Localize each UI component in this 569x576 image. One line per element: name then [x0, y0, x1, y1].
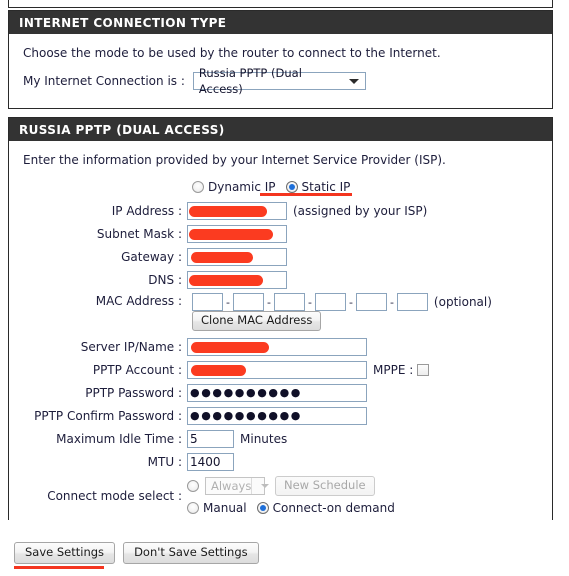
pptp-password-input[interactable]: ●●●●●●●●●● [187, 383, 367, 402]
mac-octet-1-input[interactable] [192, 293, 223, 311]
server-ip-label: Server IP/Name : [80, 339, 182, 354]
my-internet-connection-row: My Internet Connection is : Russia PPTP … [23, 66, 540, 96]
server-ip-input[interactable] [187, 337, 367, 356]
dont-save-settings-button[interactable]: Don't Save Settings [123, 542, 259, 564]
mppe-checkbox[interactable] [417, 363, 430, 376]
schedule-selected-value: Always [211, 479, 252, 493]
russia-pptp-header: RUSSIA PPTP (DUAL ACCESS) [9, 118, 552, 141]
maximum-idle-time-label: Maximum Idle Time : [56, 431, 182, 446]
radio-connect-on-demand-label: Connect-on demand [272, 501, 395, 515]
mtu-input[interactable]: 1400 [187, 452, 234, 471]
radio-static-ip[interactable] [285, 181, 298, 193]
radio-dynamic-ip-label: Dynamic IP [208, 180, 276, 194]
dns-label: DNS : [148, 272, 182, 287]
schedule-caret-cell [251, 478, 273, 494]
mac-address-label: MAC Address : [95, 294, 182, 308]
subnet-mask-input[interactable] [187, 224, 287, 243]
ip-address-input[interactable] [187, 201, 287, 220]
gateway-label: Gateway : [121, 249, 182, 264]
clone-mac-address-button[interactable]: Clone MAC Address [192, 311, 322, 331]
pptp-password-value: ●●●●●●●●●● [190, 385, 302, 399]
connection-type-description: Choose the mode to be used by the router… [23, 46, 441, 60]
pptp-confirm-password-input[interactable]: ●●●●●●●●●● [187, 406, 367, 425]
mac-separator: - [348, 295, 353, 309]
internet-connection-select[interactable]: Russia PPTP (Dual Access) [192, 66, 366, 96]
mac-octet-5-input[interactable] [355, 293, 387, 311]
redaction-bar [191, 251, 253, 263]
redaction-bar [189, 274, 263, 286]
my-internet-connection-label: My Internet Connection is : [23, 74, 185, 88]
redaction-bar [191, 364, 246, 376]
save-settings-highlight-underline [14, 566, 104, 569]
top-divider-strip [8, 0, 553, 8]
pptp-account-label: PPTP Account : [92, 362, 182, 377]
radio-static-ip-label: Static IP [301, 180, 351, 194]
mac-separator: - [266, 295, 271, 309]
radio-dynamic-ip[interactable] [192, 181, 204, 193]
pptp-password-label: PPTP Password : [85, 385, 182, 400]
maximum-idle-time-row: Maximum Idle Time : 5 Minutes [21, 429, 540, 448]
russia-pptp-description: Enter the information provided by your I… [23, 153, 446, 167]
save-settings-button[interactable]: Save Settings [14, 542, 116, 564]
connect-mode-row: Connect mode select : Always New Schedul… [21, 476, 540, 515]
mac-octet-6-input[interactable] [396, 293, 428, 311]
pptp-account-row: PPTP Account : MPPE : [21, 360, 540, 379]
mtu-value: 1400 [190, 454, 221, 469]
schedule-select[interactable]: Always [205, 477, 270, 495]
mtu-row: MTU : 1400 [21, 452, 540, 471]
footer-buttons: Save Settings Don't Save Settings [14, 542, 259, 564]
clone-mac-button-wrap: Clone MAC Address [21, 311, 540, 331]
pptp-account-input[interactable] [187, 360, 367, 379]
mtu-label: MTU : [147, 454, 182, 469]
radio-manual-label: Manual [203, 501, 247, 515]
redaction-bar [189, 205, 267, 217]
chevron-down-icon [261, 484, 270, 488]
pptp-password-row: PPTP Password : ●●●●●●●●●● [21, 383, 540, 402]
router-config-page: INTERNET CONNECTION TYPE Choose the mode… [0, 0, 569, 576]
mac-separator: - [389, 295, 394, 309]
redaction-bar [189, 228, 273, 240]
russia-pptp-panel: RUSSIA PPTP (DUAL ACCESS) Enter the info… [8, 117, 553, 525]
chevron-down-icon [348, 78, 359, 84]
dns-row: DNS : [21, 270, 540, 289]
dns-input[interactable] [187, 270, 287, 289]
mac-optional-hint: (optional) [433, 295, 492, 309]
maximum-idle-time-input[interactable]: 5 [187, 429, 234, 448]
ip-address-label: IP Address : [111, 203, 182, 218]
new-schedule-button[interactable]: New Schedule [275, 476, 375, 496]
radio-connect-schedule[interactable] [187, 480, 199, 492]
subnet-mask-label: Subnet Mask : [96, 226, 182, 241]
gateway-input[interactable] [187, 247, 287, 266]
mac-separator: - [307, 295, 312, 309]
mac-octet-3-input[interactable] [273, 293, 305, 311]
connect-mode-options: Always New Schedule Manual Connect-on de… [187, 476, 405, 515]
ip-address-hint: (assigned by your ISP) [293, 203, 428, 218]
maximum-idle-time-value: 5 [190, 431, 198, 446]
connect-mode-label: Connect mode select : [47, 488, 182, 503]
radio-connect-on-demand[interactable] [256, 502, 269, 514]
ip-mode-radio-group: Dynamic IP Static IP [21, 179, 540, 196]
pptp-confirm-password-row: PPTP Confirm Password : ●●●●●●●●●● [21, 406, 540, 425]
radio-manual[interactable] [187, 502, 199, 514]
server-ip-row: Server IP/Name : [21, 337, 540, 356]
redaction-bar [191, 341, 269, 353]
mac-octet-2-input[interactable] [232, 293, 264, 311]
internet-connection-type-header: INTERNET CONNECTION TYPE [9, 11, 552, 34]
mac-separator: - [226, 295, 230, 309]
connect-mode-schedule-line: Always New Schedule [187, 476, 405, 496]
internet-connection-selected-value: Russia PPTP (Dual Access) [198, 66, 302, 96]
mppe-label: MPPE : [373, 362, 414, 377]
pptp-confirm-password-label: PPTP Confirm Password : [34, 408, 182, 423]
maximum-idle-time-units: Minutes [240, 431, 288, 446]
internet-connection-type-body: Choose the mode to be used by the router… [9, 34, 552, 100]
connect-mode-manual-line: Manual Connect-on demand [187, 501, 405, 515]
ip-address-row: IP Address : (assigned by your ISP) [21, 201, 540, 220]
subnet-mask-row: Subnet Mask : [21, 224, 540, 243]
static-ip-highlight-underline [260, 193, 352, 196]
gateway-row: Gateway : [21, 247, 540, 266]
mac-octet-4-input[interactable] [314, 293, 346, 311]
russia-pptp-body: Enter the information provided by your I… [9, 141, 552, 525]
internet-connection-type-panel: INTERNET CONNECTION TYPE Choose the mode… [8, 10, 553, 109]
pptp-confirm-password-value: ●●●●●●●●●● [190, 408, 302, 422]
